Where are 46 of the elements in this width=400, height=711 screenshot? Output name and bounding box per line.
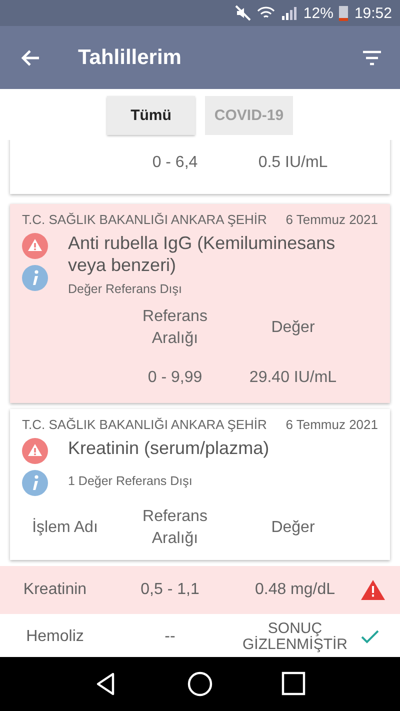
result-date: 6 Temmuz 2021 — [286, 417, 378, 432]
result-value: SONUÇ GİZLENMİŞTİR — [241, 620, 348, 654]
column-header: Değer — [270, 318, 316, 338]
result-value: 0.5 IU/mL — [257, 153, 329, 173]
reference-range: -- — [164, 628, 176, 646]
result-date: 6 Temmuz 2021 — [286, 212, 378, 227]
column-header: İşlem Adı — [31, 517, 99, 538]
warning-icon — [22, 233, 48, 259]
warning-icon — [22, 438, 48, 464]
warning-icon — [360, 578, 386, 601]
filter-icon — [362, 50, 382, 66]
wifi-icon — [257, 6, 276, 20]
reference-range: 0 - 9,99 — [146, 368, 204, 388]
battery-percent: 12% — [303, 6, 334, 20]
reference-range: 0 - 6,4 — [151, 153, 199, 173]
result-value: 29.40 IU/mL — [248, 368, 338, 388]
test-label: Hemoliz — [25, 628, 85, 646]
status-note: Değer Referans Dışı — [68, 282, 183, 296]
back-arrow-icon — [20, 48, 40, 66]
filter-tab[interactable]: Tümü — [107, 96, 195, 135]
test-name: Anti rubella IgG (Kemiluminesans veya benzeri) — [68, 233, 336, 276]
status-note: 1 Değer Referans Dışı — [68, 474, 194, 490]
screen-title: Tahlillerim — [78, 46, 182, 70]
test-label: Kreatinin — [22, 580, 88, 599]
info-icon — [22, 470, 48, 496]
column-header: Referans Aralığı — [142, 307, 208, 349]
recents-icon — [280, 671, 306, 697]
hospital-name: T.C. SAĞLIK BAKANLIĞI ANKARA ŞEHİR — [22, 212, 267, 227]
signal-icon — [281, 6, 298, 20]
info-icon — [22, 265, 48, 291]
result-card[interactable]: T.C. SAĞLIK BAKANLIĞI ANKARA ŞEHİR 6 Temmuz 2021 Kreatinin (serum/plazma) 1 Değer Referans Dışı İşlem Adı Referans Aralığı Değer — [10, 409, 390, 560]
test-name: Kreatinin (serum/plazma) — [68, 438, 270, 460]
mute-icon — [235, 5, 252, 21]
column-header: Referans Aralığı — [142, 507, 208, 549]
recents-button[interactable] — [280, 671, 306, 697]
home-button[interactable] — [186, 671, 213, 697]
home-icon — [186, 671, 213, 697]
column-header: Değer — [270, 518, 316, 538]
reference-range: 0,5 - 1,1 — [140, 580, 200, 599]
clock: 19:52 — [354, 6, 392, 20]
result-card[interactable]: 0 - 6,4 0.5 IU/mL — [10, 140, 390, 194]
result-value: 0.48 mg/dL — [254, 580, 336, 599]
hospital-name: T.C. SAĞLIK BAKANLIĞI ANKARA ŞEHİR — [22, 417, 267, 432]
filter-button[interactable] — [362, 50, 382, 66]
result-card[interactable]: T.C. SAĞLIK BAKANLIĞI ANKARA ŞEHİR 6 Temmuz 2021 Anti rubella IgG (Kemiluminesans veya benzeri) Değer Referans Dışı Referans Aralığı Değer 0 - 9,99 29.40 IU/mL — [10, 204, 390, 404]
battery-icon — [339, 5, 348, 21]
